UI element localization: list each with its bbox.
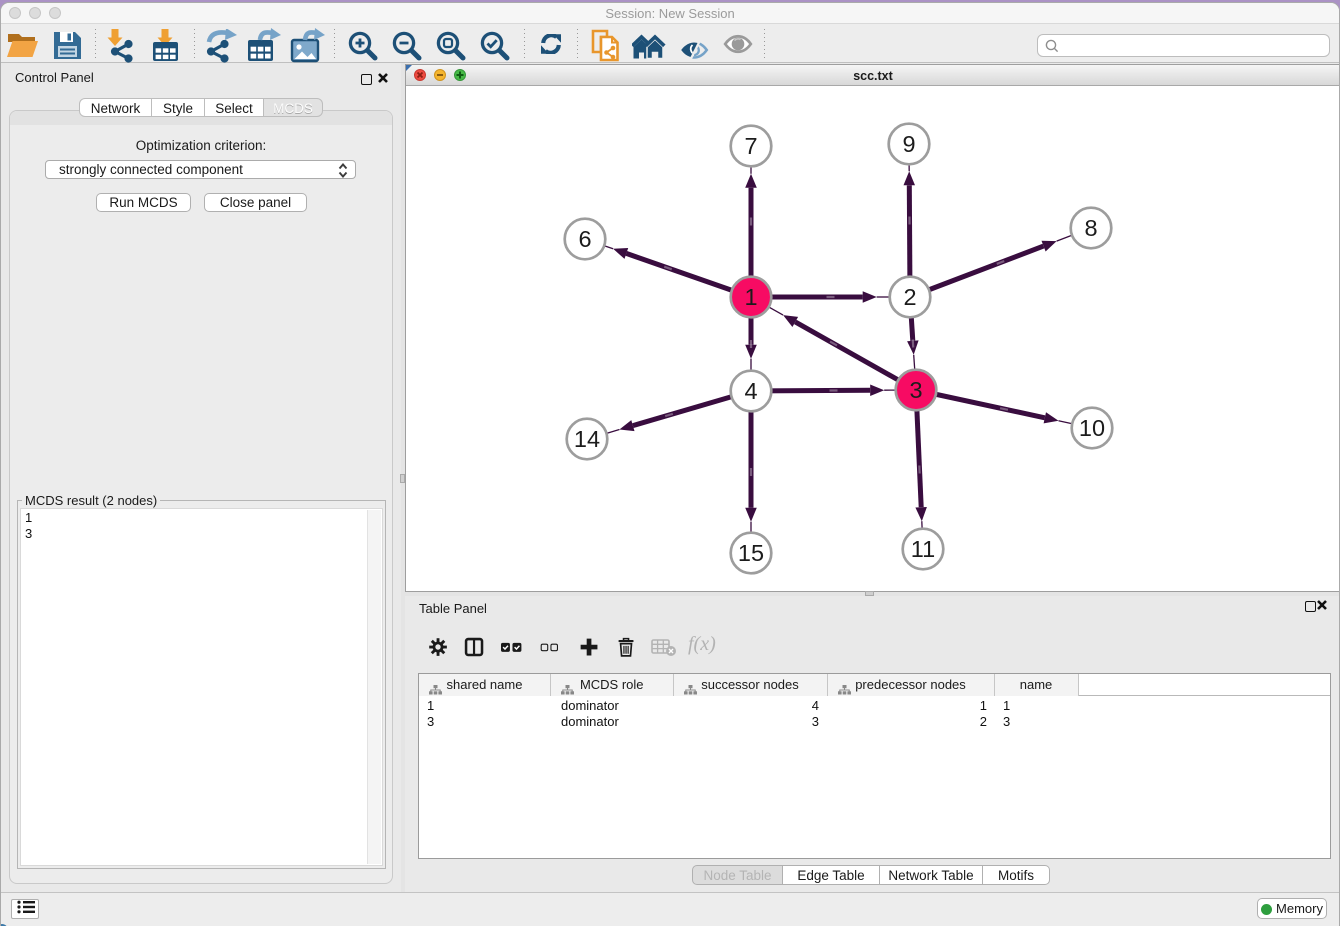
svg-text:9: 9 [902,131,915,157]
svg-text:14: 14 [574,426,600,452]
svg-text:11: 11 [911,536,935,562]
svg-text:3: 3 [909,377,922,403]
svg-text:4: 4 [744,378,757,404]
svg-text:6: 6 [578,226,591,252]
svg-text:15: 15 [738,540,764,566]
svg-text:8: 8 [1084,215,1097,241]
svg-text:2: 2 [903,284,916,310]
svg-text:7: 7 [744,133,757,159]
svg-text:10: 10 [1079,415,1105,441]
svg-text:1: 1 [744,284,757,310]
